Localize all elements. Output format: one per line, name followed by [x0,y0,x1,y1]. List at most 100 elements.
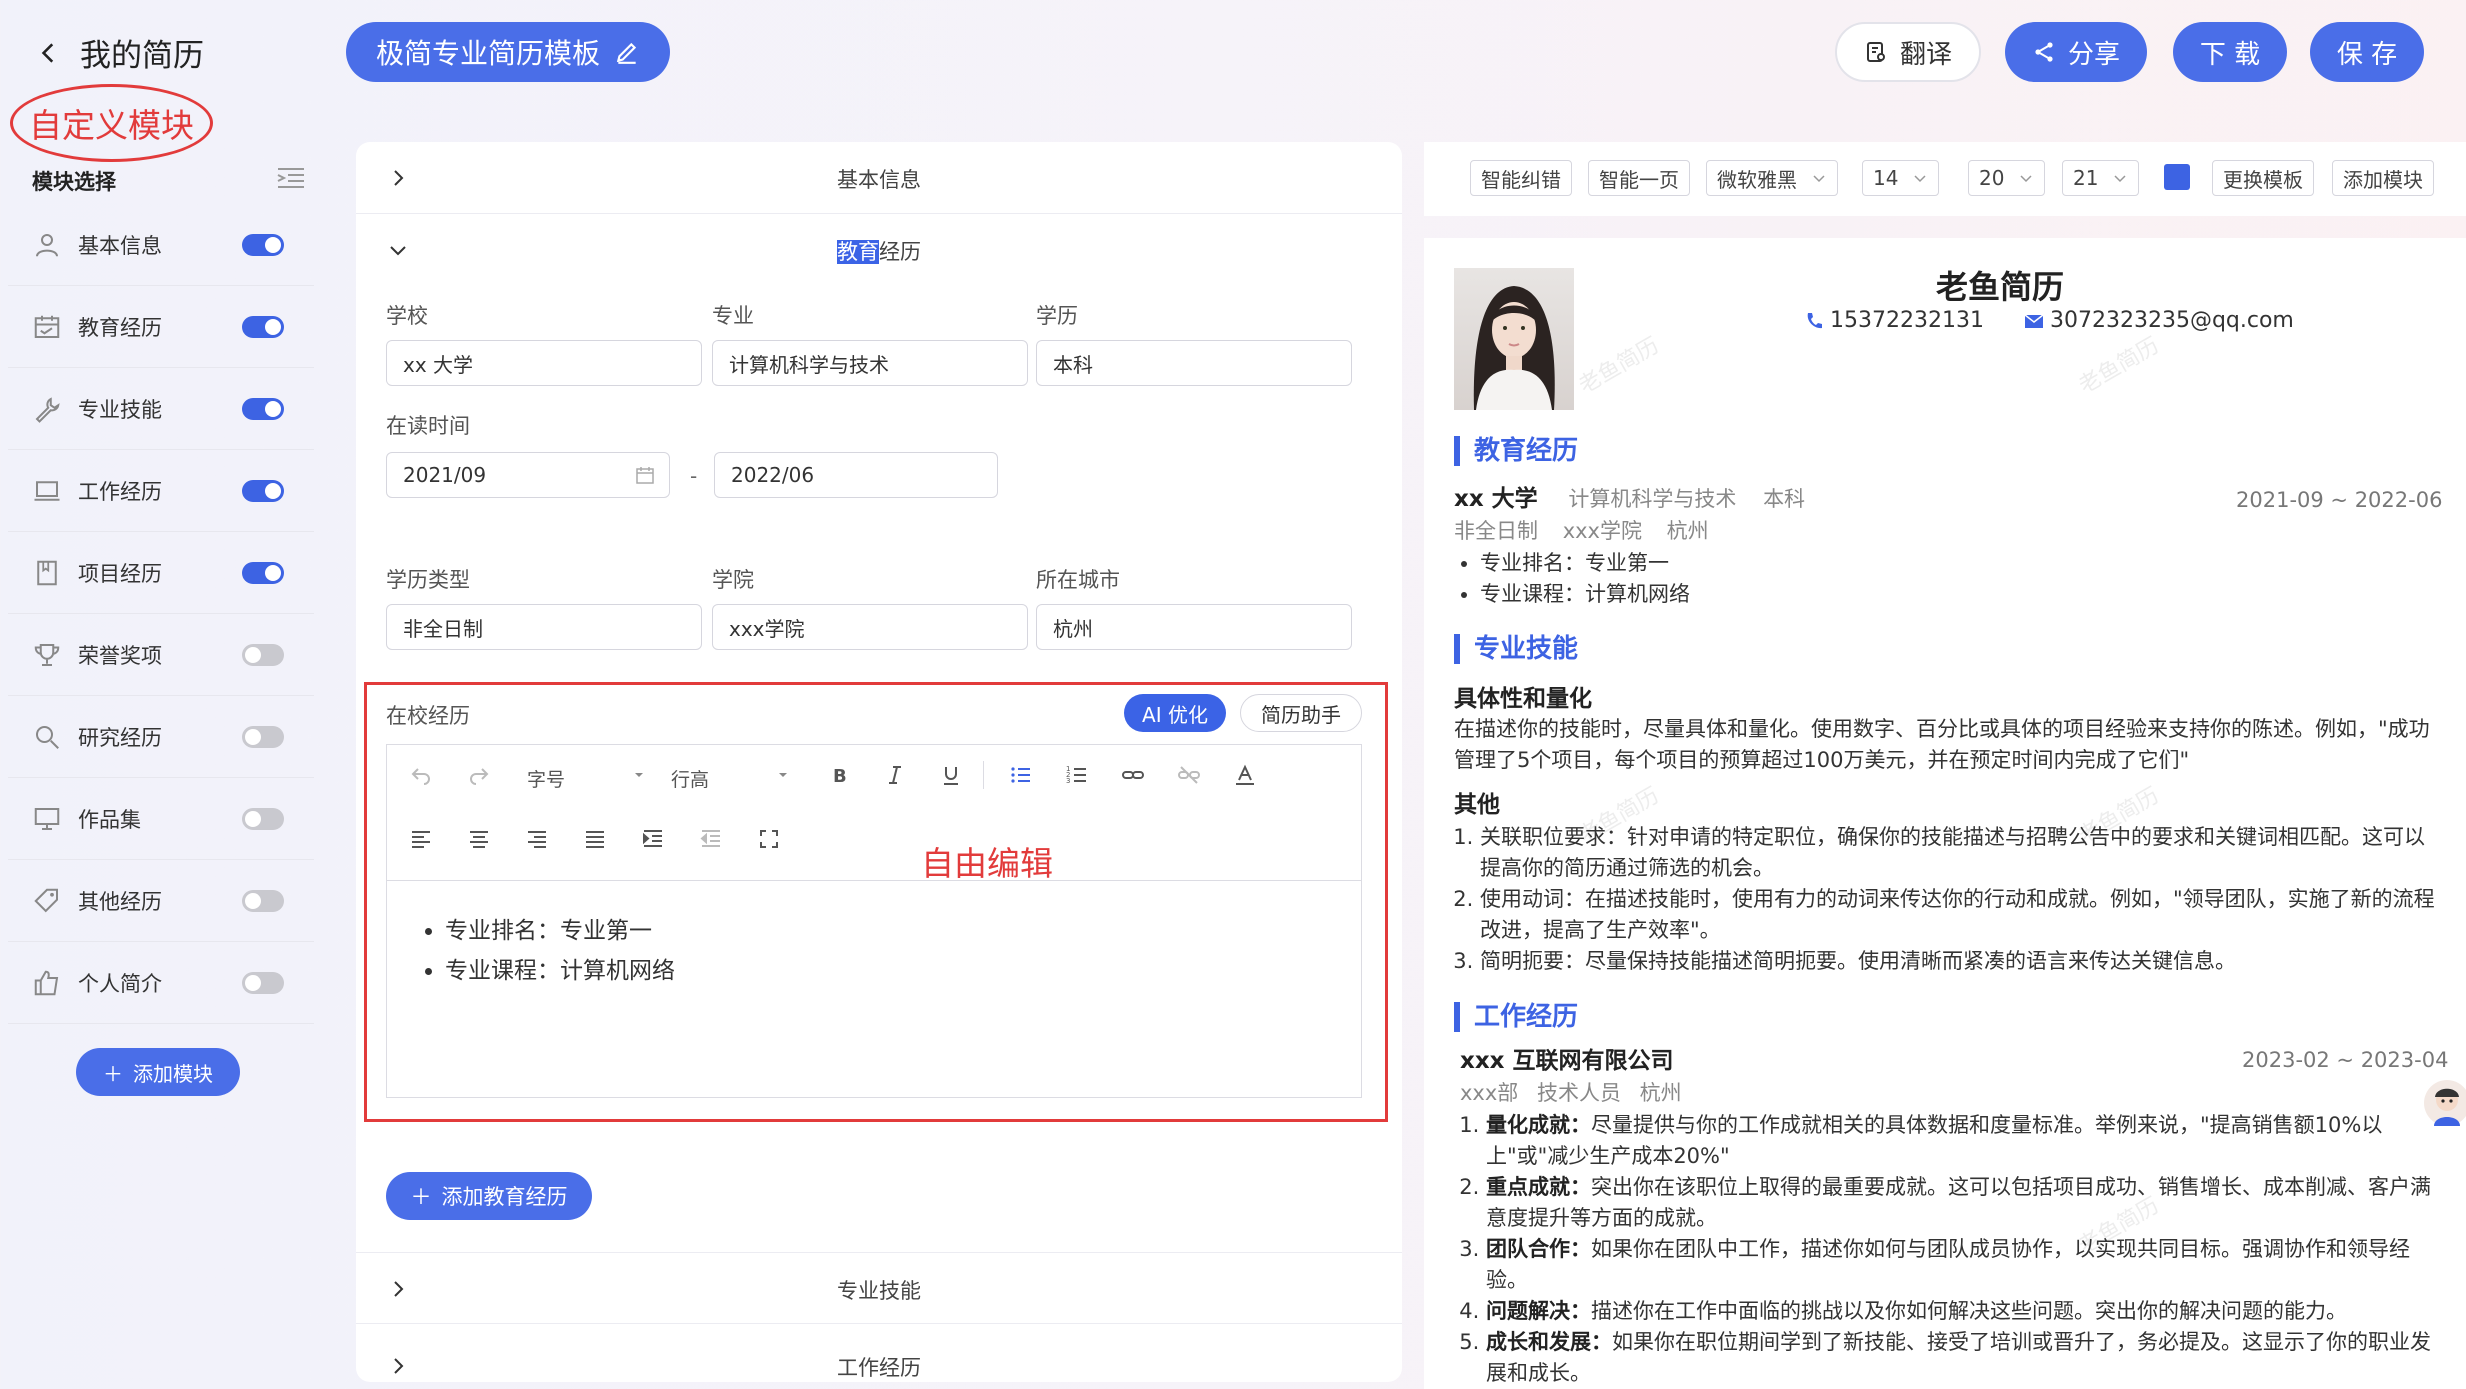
module-toggle-basic[interactable] [242,233,284,256]
section-skills[interactable]: 专业技能 [356,1252,1402,1324]
list-item: 成长和发展：如果你在职位期间学到了新技能、接受了培训或晋升了，务必提及。这显示了… [1486,1327,2460,1389]
align-right-icon[interactable] [525,827,549,851]
major-input[interactable]: 计算机科学与技术 [712,340,1028,386]
list-item: 问题解决：描述你在工作中面临的挑战以及你如何解决这些问题。突出你的解决问题的能力… [1486,1296,2460,1327]
save-button[interactable]: 保 存 [2310,22,2424,82]
font-size-select[interactable]: 字号 [527,765,565,792]
download-button[interactable]: 下 载 [2173,22,2287,82]
bullet-list-icon[interactable] [1009,763,1033,787]
font-color-icon[interactable] [1233,763,1257,787]
add-module-preview-button[interactable]: 添加模块 [2332,160,2434,196]
italic-icon[interactable] [883,763,907,787]
add-education-button[interactable]: ＋ 添加教育经历 [386,1172,592,1220]
change-template-button[interactable]: 更换模板 [2212,160,2314,196]
module-item-honors[interactable]: 荣誉奖项 [8,614,314,696]
chevron-down-icon [2114,175,2126,183]
calendar-icon [34,315,60,338]
plus-icon: ＋ [410,1185,432,1209]
unlink-icon[interactable] [1177,763,1201,787]
resume-preview: 老鱼简历 15372232131 3072323235@qq.com 老鱼简历 … [1424,238,2466,1389]
section-work[interactable]: 工作经历 [356,1330,1402,1389]
end-date-input[interactable]: 2022/06 [714,452,998,498]
assistant-avatar-icon[interactable] [2424,1080,2466,1126]
phone-contact: 15372232131 [1804,308,1984,333]
module-toggle-intro[interactable] [242,971,284,994]
list-item: 简明扼要：尽量保持技能描述简明扼要。使用清晰而紧凑的语言来传达关键信息。 [1480,946,2454,977]
module-item-education[interactable]: 教育经历 [8,286,314,368]
module-item-skills[interactable]: 专业技能 [8,368,314,450]
ai-optimize-button[interactable]: AI 优化 [1124,694,1226,732]
module-toggle-education[interactable] [242,315,284,338]
one-page-button[interactable]: 智能一页 [1588,160,1690,196]
smart-fix-button[interactable]: 智能纠错 [1470,160,1572,196]
tag-icon [34,888,58,912]
rte-content[interactable]: 专业排名：专业第一 专业课程：计算机网络 [421,911,675,991]
module-item-portfolio[interactable]: 作品集 [8,778,314,860]
rich-text-editor[interactable]: 字号 行高 B 123 自由编辑 专业排名：专业第一 专业课程：计算机网络 [386,744,1362,1098]
on-school-label: 在校经历 [386,704,470,728]
font-family-select[interactable]: 微软雅黑 [1706,160,1838,196]
calendar-icon [636,467,654,484]
align-justify-icon[interactable] [583,827,607,851]
section-basic-info[interactable]: 基本信息 [356,142,1402,214]
edu-type-input[interactable]: 非全日制 [386,604,702,650]
bold-icon[interactable]: B [827,763,851,787]
collapse-menu-icon[interactable] [276,166,306,190]
module-item-project[interactable]: 项目经历 [8,532,314,614]
module-toggle-skills[interactable] [242,397,284,420]
module-sidebar: 模块选择 基本信息 教育经历 专业技能 工作经历 项目经历 荣誉奖项 研究经历 … [8,142,322,1382]
resume-assistant-button[interactable]: 简历助手 [1240,694,1362,732]
margin-select[interactable]: 21 [2062,160,2140,196]
module-item-basic[interactable]: 基本信息 [8,204,314,286]
start-date-input[interactable]: 2021/09 [386,452,670,498]
redo-icon[interactable] [467,763,491,787]
watermark: 老鱼简历 [1574,333,1664,399]
numbered-list-icon[interactable]: 123 [1065,763,1089,787]
section-education[interactable]: 教育经历 [356,214,1402,286]
module-toggle-research[interactable] [242,725,284,748]
line-spacing-select[interactable]: 20 [1968,160,2046,196]
edit-pencil-icon [616,42,637,64]
share-button[interactable]: 分享 [2005,22,2147,82]
outdent-icon[interactable] [699,827,723,851]
align-left-icon[interactable] [409,827,433,851]
module-toggle-honors[interactable] [242,643,284,666]
section-heading-work: 工作经历 [1454,1002,1578,1032]
work-date: 2023-02 ~ 2023-04 [2242,1048,2449,1072]
book-icon [37,560,57,585]
chevron-down-icon [2020,175,2032,183]
caret-down-icon [779,773,787,777]
theme-color-swatch[interactable] [2164,164,2190,190]
font-size-select[interactable]: 14 [1862,160,1940,196]
resume-name: 老鱼简历 [1935,268,2064,306]
align-center-icon[interactable] [467,827,491,851]
template-name-button[interactable]: 极简专业简历模板 [346,22,671,82]
module-item-work[interactable]: 工作经历 [8,450,314,532]
module-toggle-portfolio[interactable] [242,807,284,830]
back-button[interactable]: 我的简历 [36,30,204,75]
share-icon [2035,42,2053,62]
add-module-button[interactable]: ＋ 添加模块 [76,1048,240,1096]
degree-input[interactable]: 本科 [1036,340,1352,386]
module-toggle-work[interactable] [242,479,284,502]
translate-button[interactable]: 翻译 [1835,22,1981,82]
module-item-other[interactable]: 其他经历 [8,860,314,942]
module-toggle-project[interactable] [242,561,284,584]
link-icon[interactable] [1121,763,1145,787]
chevron-down-icon [1813,175,1825,183]
school-input[interactable]: xx 大学 [386,340,702,386]
module-toggle-other[interactable] [242,889,284,912]
fullscreen-icon[interactable] [757,827,781,851]
edu-date: 2021-09 ~ 2022-06 [2236,488,2443,512]
list-item: 团队合作：如果你在团队中工作，描述你如何与团队成员协作，以实现共同目标。强调协作… [1486,1234,2460,1296]
indent-icon[interactable] [641,827,665,851]
module-item-intro[interactable]: 个人简介 [8,942,314,1024]
underline-icon[interactable] [939,763,963,787]
module-item-research[interactable]: 研究经历 [8,696,314,778]
city-input[interactable]: 杭州 [1036,604,1352,650]
undo-icon[interactable] [409,763,433,787]
line-height-select[interactable]: 行高 [671,765,709,792]
college-input[interactable]: xxx学院 [712,604,1028,650]
template-name: 极简专业简历模板 [376,37,601,70]
wrench-icon [35,396,60,423]
